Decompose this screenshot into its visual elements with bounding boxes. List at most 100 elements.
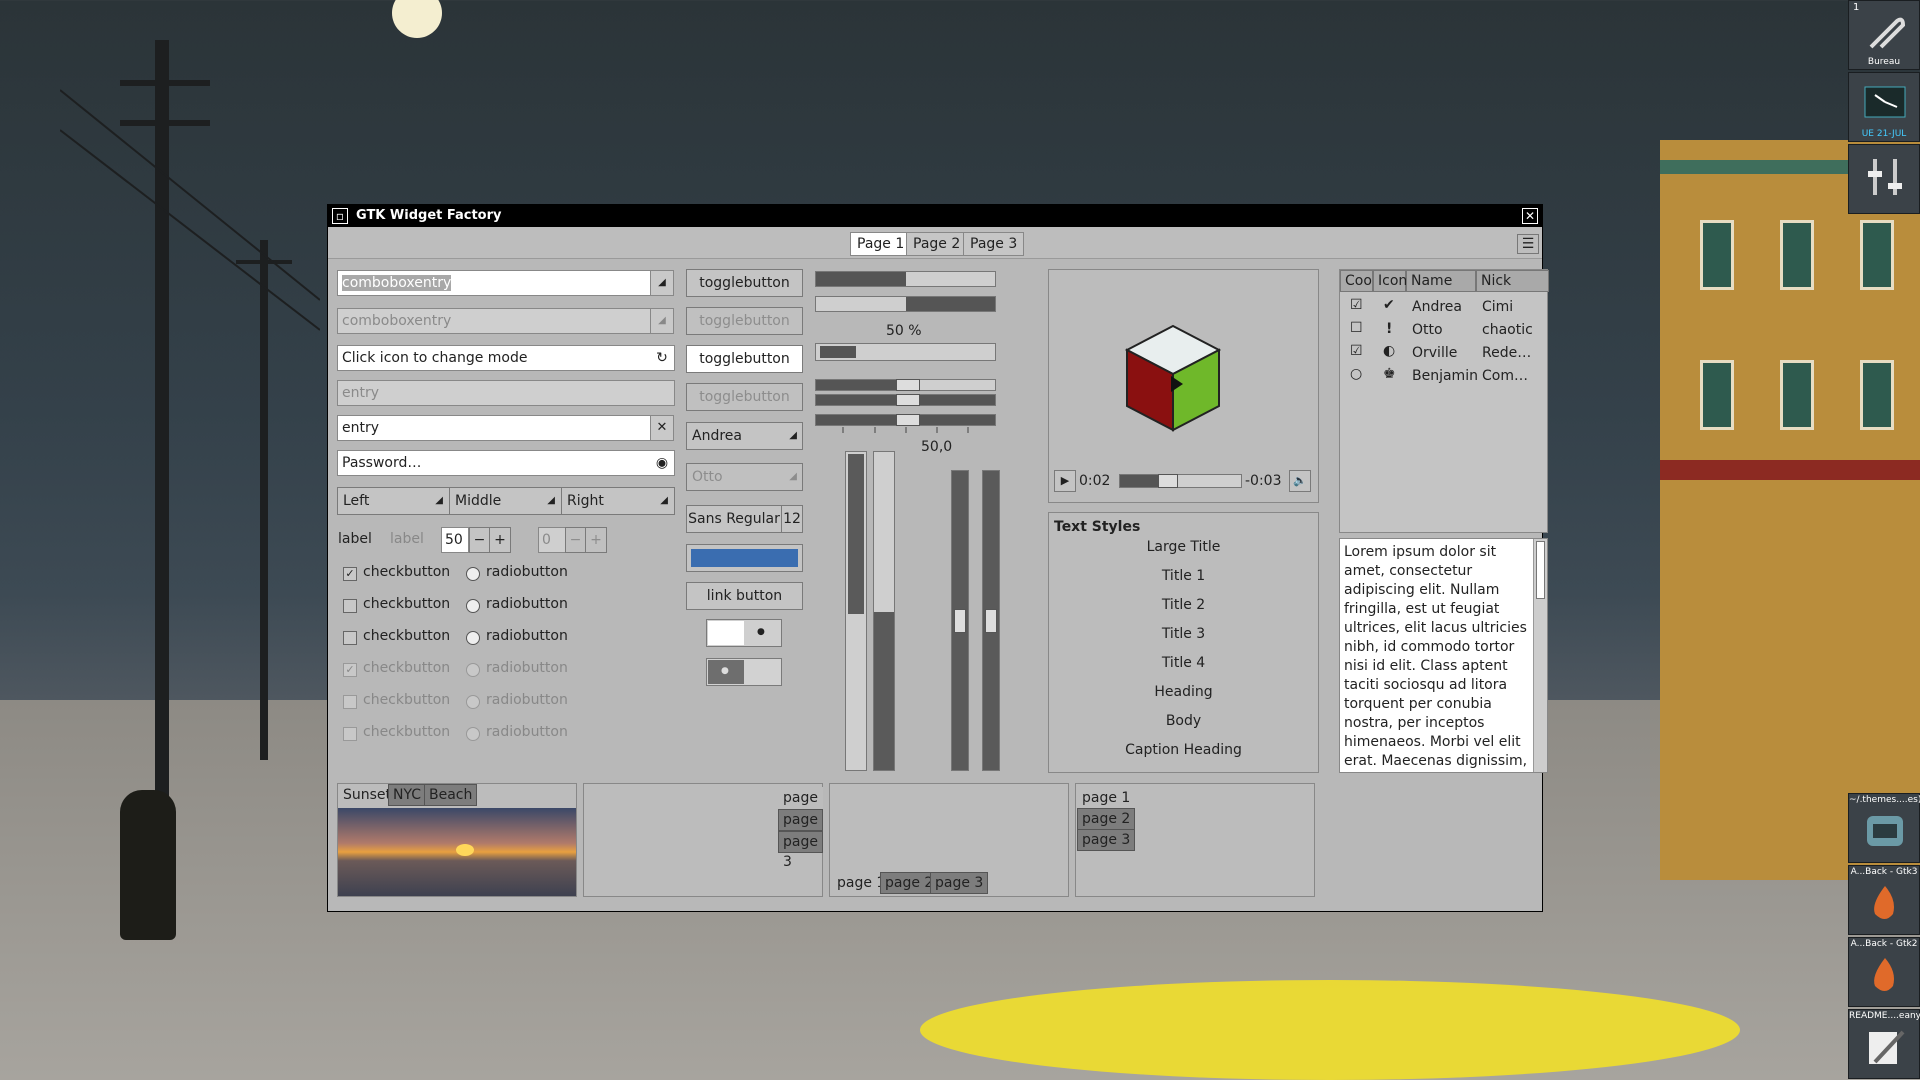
close-icon[interactable]: ✕ bbox=[1522, 208, 1538, 224]
font-size[interactable]: 12 bbox=[781, 505, 803, 533]
scale-2-knob[interactable] bbox=[896, 394, 920, 406]
combo-2-dropdown-icon: ◢ bbox=[650, 308, 674, 334]
text-view-content: Lorem ipsum dolor sit amet, consectetur … bbox=[1344, 544, 1528, 769]
workspace-tile[interactable]: 1 Bureau bbox=[1848, 0, 1920, 70]
text-view[interactable]: Lorem ipsum dolor sit amet, consectetur … bbox=[1339, 538, 1548, 773]
vertical-scale-1-knob[interactable] bbox=[954, 609, 966, 633]
scrollbar-thumb[interactable] bbox=[1536, 541, 1545, 599]
combo-1-dropdown-icon[interactable]: ◢ bbox=[650, 270, 674, 296]
row-1-cool-check[interactable]: ☑ bbox=[1350, 297, 1363, 313]
link-button[interactable]: link button bbox=[686, 582, 803, 610]
media-seek-bar[interactable] bbox=[1119, 474, 1242, 488]
radiobutton-3-label: radiobutton bbox=[486, 628, 568, 644]
vertical-scale-2-knob[interactable] bbox=[985, 609, 997, 633]
clear-icon[interactable]: ✕ bbox=[650, 415, 674, 441]
tab-page-2[interactable]: Page 2 bbox=[906, 232, 968, 256]
switch-off[interactable]: ● bbox=[706, 658, 782, 686]
row-3-cool-check[interactable]: ☑ bbox=[1350, 343, 1363, 359]
checkbutton-1[interactable]: ✓ bbox=[343, 567, 357, 581]
window-menu-icon[interactable]: ▫ bbox=[332, 208, 348, 224]
column-header-name[interactable]: Name bbox=[1406, 270, 1476, 292]
tab-beach[interactable]: Beach bbox=[424, 784, 478, 806]
switch-on[interactable]: ● bbox=[706, 619, 782, 647]
column-header-cool[interactable]: Cool bbox=[1340, 270, 1376, 292]
tab-page-3[interactable]: Page 3 bbox=[963, 232, 1025, 256]
combo-otto-disabled: Otto ◢ bbox=[686, 463, 803, 491]
spin-1-plus-button[interactable]: + bbox=[489, 527, 511, 553]
scrollbar[interactable] bbox=[1533, 539, 1547, 772]
notebook-tabs-left: page 1 page 2 page 3 bbox=[1075, 783, 1315, 897]
text-styles-panel: Text Styles Large Title Title 1 Title 2 … bbox=[1048, 512, 1319, 773]
street-light-glow bbox=[920, 980, 1740, 1080]
switch-knob-icon: ● bbox=[757, 627, 765, 637]
fire-icon bbox=[1874, 886, 1894, 919]
play-icon[interactable]: ▶ bbox=[1054, 470, 1076, 492]
row-4-name: Benjamin bbox=[1412, 368, 1478, 384]
row-4-cool-radio[interactable]: ○ bbox=[1350, 366, 1362, 382]
radiobutton-6-label: radiobutton bbox=[486, 724, 568, 740]
dock-app-gtk2[interactable]: A...Back - Gtk2 bbox=[1848, 937, 1920, 1007]
checkmark-icon: ✔ bbox=[1383, 297, 1395, 313]
mode-entry[interactable]: Click icon to change mode ↻ bbox=[337, 345, 675, 371]
tree-view[interactable]: Cool Icon Name Nick ☑ ✔ Andrea Cimi ☐ ! … bbox=[1339, 269, 1549, 533]
mixer-tile[interactable] bbox=[1848, 144, 1920, 214]
dock-app-gtk3[interactable]: A...Back - Gtk3 bbox=[1848, 865, 1920, 935]
checkbutton-3[interactable] bbox=[343, 631, 357, 645]
text-style-body: Body bbox=[1165, 713, 1202, 729]
tab-nyc[interactable]: NYC bbox=[388, 784, 427, 806]
tab-right-page-1[interactable]: page 1 bbox=[778, 787, 823, 826]
radiobutton-5-label: radiobutton bbox=[486, 692, 568, 708]
font-button[interactable]: Sans Regular bbox=[686, 505, 782, 533]
combo-andrea[interactable]: Andrea ◢ bbox=[686, 422, 803, 450]
refresh-icon[interactable]: ↻ bbox=[650, 346, 674, 370]
radiobutton-1[interactable] bbox=[466, 567, 480, 581]
tab-bottom-page-3[interactable]: page 3 bbox=[930, 872, 989, 894]
scale-3-knob[interactable] bbox=[896, 414, 920, 426]
segment-middle-label: Middle bbox=[455, 493, 502, 509]
togglebutton-1[interactable]: togglebutton bbox=[686, 269, 803, 297]
password-placeholder: Password… bbox=[342, 455, 422, 471]
dock-app-readme-label: README....eany bbox=[1849, 1011, 1920, 1021]
scale-1-knob[interactable] bbox=[896, 379, 920, 391]
vertical-progress-1-fill bbox=[848, 454, 864, 614]
eye-icon[interactable]: ◉ bbox=[650, 451, 674, 475]
entry-clearable[interactable]: entry bbox=[337, 415, 651, 441]
dropdown-icon: ◢ bbox=[789, 430, 797, 441]
tab-page-1[interactable]: Page 1 bbox=[850, 232, 912, 256]
progress-bar-1-fill bbox=[816, 272, 906, 286]
tab-left-page-1[interactable]: page 1 bbox=[1077, 787, 1136, 809]
tab-left-page-3[interactable]: page 3 bbox=[1077, 829, 1136, 851]
mixer-icon bbox=[1868, 159, 1902, 195]
checkbutton-2[interactable] bbox=[343, 599, 357, 613]
moon bbox=[392, 0, 442, 38]
hamburger-menu-icon[interactable]: ☰ bbox=[1517, 234, 1539, 254]
spin-1-minus-button[interactable]: − bbox=[469, 527, 490, 553]
tab-right-page-2[interactable]: page 2 bbox=[778, 809, 823, 848]
moon-phase-icon: ◐ bbox=[1383, 343, 1396, 359]
row-2-cool-check[interactable]: ☐ bbox=[1350, 320, 1363, 336]
dock-app-themes[interactable]: ~/.themes....es) bbox=[1848, 793, 1920, 863]
column-header-nick[interactable]: Nick bbox=[1476, 270, 1549, 292]
segment-left[interactable]: Left ◢ bbox=[337, 487, 450, 515]
segment-right[interactable]: Right ◢ bbox=[561, 487, 675, 515]
fire-icon bbox=[1874, 958, 1894, 991]
tab-right-page-3[interactable]: page 3 bbox=[778, 831, 823, 870]
radiobutton-3[interactable] bbox=[466, 631, 480, 645]
progress-bar-3 bbox=[815, 343, 996, 361]
volume-icon[interactable]: 🔈 bbox=[1289, 470, 1311, 492]
video-panel: ▶ 0:02 -0:03 🔈 bbox=[1048, 269, 1319, 503]
column-header-icon[interactable]: Icon bbox=[1373, 270, 1407, 292]
password-entry[interactable]: Password… ◉ bbox=[337, 450, 675, 476]
text-style-caption-heading: Caption Heading bbox=[1125, 742, 1242, 758]
tab-left-page-2[interactable]: page 2 bbox=[1077, 808, 1136, 830]
color-button[interactable] bbox=[686, 544, 803, 572]
media-seek-knob[interactable] bbox=[1158, 474, 1179, 488]
spin-1-value[interactable]: 50 bbox=[441, 527, 469, 553]
clock-tile[interactable]: UE 21-JUL bbox=[1848, 72, 1920, 142]
comboboxentry-1[interactable]: comboboxentry bbox=[337, 270, 651, 296]
segment-middle[interactable]: Middle ◢ bbox=[449, 487, 562, 515]
radiobutton-2[interactable] bbox=[466, 599, 480, 613]
terminal-icon bbox=[1867, 816, 1903, 846]
togglebutton-3-active[interactable]: togglebutton bbox=[686, 345, 803, 373]
dock-app-readme[interactable]: README....eany bbox=[1848, 1009, 1920, 1079]
